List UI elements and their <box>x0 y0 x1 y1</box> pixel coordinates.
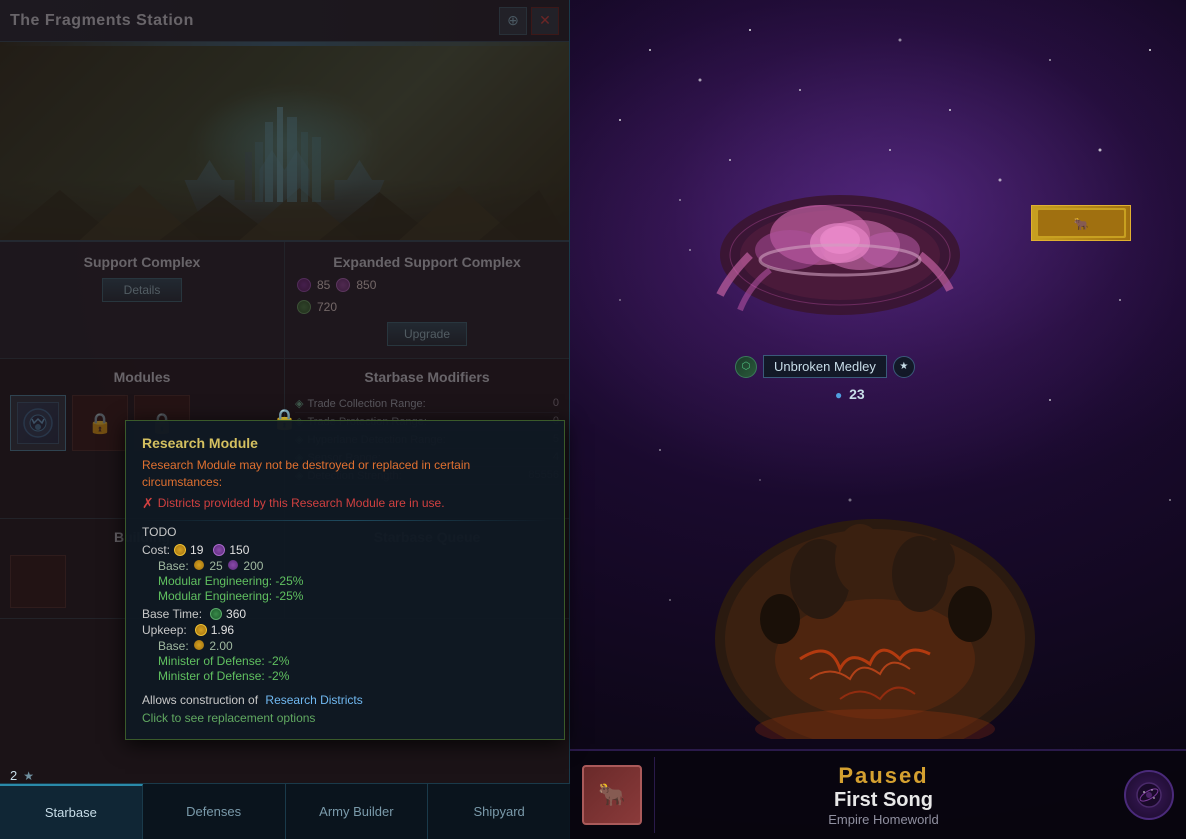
paused-text: Paused <box>671 763 1096 789</box>
bottom-tabs: Starbase Defenses Army Builder Shipyard <box>0 783 570 839</box>
starbase-star-icon: ★ <box>23 769 34 783</box>
tooltip-mod-eng-1: Modular Engineering: -25% <box>158 574 548 588</box>
ship-label-container: ⬡ Unbroken Medley ★ <box>735 355 915 378</box>
tooltip-cost-row: Cost: 19 150 <box>142 543 548 557</box>
base-energy-icon <box>194 560 204 570</box>
ship-count-number: 23 <box>849 386 865 402</box>
tooltip-warning: Research Module may not be destroyed or … <box>142 457 548 491</box>
ship-action-icon[interactable]: ★ <box>893 356 915 378</box>
upkeep-base-icon <box>194 640 204 650</box>
tooltip-allows-row: Allows construction of Research District… <box>142 693 548 707</box>
tooltip-todo: TODO <box>142 525 548 539</box>
starbase-badge: 2 ★ <box>10 768 34 783</box>
tooltip-mod-eng-2: Modular Engineering: -25% <box>158 589 548 603</box>
hud-text-area: Paused First Song Empire Homeworld <box>655 755 1112 835</box>
tooltip-upkeep-base-row: Base: 2.00 <box>158 639 548 653</box>
bottom-hud: 🐂 Paused First Song Empire Homeworld <box>570 749 1186 839</box>
tooltip-upkeep-mod2: Minister of Defense: -2% <box>158 669 548 683</box>
ship-count-display: ● 23 <box>835 386 865 402</box>
tooltip-error: ✗ Districts provided by this Research Mo… <box>142 495 548 512</box>
energy-cost-icon <box>174 544 186 556</box>
research-module-tooltip: Research Module Research Module may not … <box>125 420 565 740</box>
ship-name-badge: Unbroken Medley <box>763 355 887 378</box>
tooltip-divider-1 <box>142 520 548 521</box>
tab-starbase[interactable]: Starbase <box>0 784 143 839</box>
svg-text:🐂: 🐂 <box>1074 217 1089 231</box>
cost-alloys-val: 150 <box>229 543 249 557</box>
ship-svg[interactable] <box>690 155 990 355</box>
tooltip-upkeep-mod1: Minister of Defense: -2% <box>158 654 548 668</box>
hud-emblem-area[interactable]: 🐂 <box>570 757 655 833</box>
error-x-icon: ✗ <box>142 495 154 512</box>
basetime-val: 360 <box>226 607 246 621</box>
base-alloys-icon <box>228 560 238 570</box>
ship-name-text: Unbroken Medley <box>774 359 876 374</box>
tab-shipyard[interactable]: Shipyard <box>428 784 570 839</box>
tooltip-title: Research Module <box>142 435 548 451</box>
small-ship-badge[interactable]: 🐂 <box>1031 205 1131 241</box>
empire-emblem[interactable]: 🐂 <box>582 765 642 825</box>
asteroid-svg <box>700 439 1050 739</box>
empire-name: First Song <box>671 789 1096 812</box>
tab-army-builder[interactable]: Army Builder <box>286 784 429 839</box>
tooltip-click-hint[interactable]: Click to see replacement options <box>142 711 548 725</box>
tooltip-basetime-row: Base Time: 360 <box>142 607 548 621</box>
ship-emblem-icon: ⬡ <box>735 356 757 378</box>
homeworld-text: Empire Homeworld <box>671 812 1096 827</box>
tooltip-allows-link[interactable]: Research Districts <box>265 693 362 707</box>
alloys-cost-icon <box>213 544 225 556</box>
upkeep-energy-icon <box>195 624 207 636</box>
tooltip-base-row: Base: 25 200 <box>158 559 548 573</box>
tooltip-upkeep-row: Upkeep: 1.96 <box>142 623 548 637</box>
cost-energy-val: 19 <box>190 543 203 557</box>
tab-defenses[interactable]: Defenses <box>143 784 286 839</box>
galaxy-map-icon[interactable] <box>1124 770 1174 820</box>
upkeep-val: 1.96 <box>211 623 234 637</box>
time-icon <box>210 608 222 620</box>
build-slot-1[interactable]: 🔒 <box>10 555 66 608</box>
starbase-number: 2 <box>10 768 17 783</box>
